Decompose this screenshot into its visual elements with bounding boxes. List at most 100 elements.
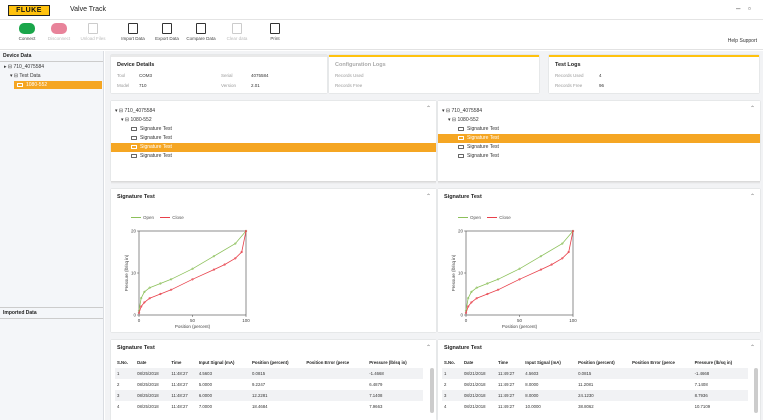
y-tick-label: 0 [133,313,136,318]
tree-node-test[interactable]: ▾ ⊟ 1080-552 [438,116,760,125]
version-label: Version [221,83,237,88]
table-row[interactable]: 3 08/25/2018 11:48:27 6.0000 12.2281 7.1408 [115,390,423,401]
support-link[interactable]: Support [739,38,757,44]
table-cell: -1.4668 [694,371,710,376]
table-cell: 7.1408 [369,393,383,398]
table-cell: 11.2081 [578,382,594,387]
signature-chart: 0 50 100 0 10 20 Position (percent) Pressure (l… [124,229,250,330]
table-cell [630,368,692,379]
tree-item-signature-test[interactable]: Signature Test [111,152,436,161]
column-header[interactable]: S.No. [115,357,135,368]
tree-item-signature-test[interactable]: Signature Test [111,143,436,152]
y-axis-label: Pressure (lb/sq in) [451,254,456,291]
series-line-close [465,230,574,314]
tree-node-device[interactable]: ▾ ⊟ 710_4075584 [438,107,760,116]
x-tick-label: 100 [242,318,250,323]
help-link[interactable]: Help [728,38,738,44]
tree-item-signature-test[interactable]: Signature Test [438,152,760,161]
table-cell: 08/25/2018 [137,382,159,387]
import-data-button[interactable]: Import Data [116,23,150,49]
folder-icon [458,153,464,158]
column-header[interactable]: Date [135,357,169,368]
column-header[interactable]: S.No. [442,357,462,368]
disconnect-button[interactable]: Disconnect [42,23,76,49]
minimize-button[interactable]: – [736,4,740,13]
table-cell: 0.0815 [251,371,266,376]
table-row[interactable]: 3 08/21/2018 11:49:27 8.0000 24.1230 8.7936 [442,390,748,401]
maximize-button[interactable]: ▫ [748,4,751,13]
tree-item-label: Signature Test [467,135,499,141]
tree-node-selected[interactable]: 1080-552 [14,81,102,89]
table-cell: 11:48:27 [171,371,188,376]
table-cell: 11:48:27 [171,393,188,398]
toolbar-button-label: Import Data [121,36,145,41]
tree-node-label: ▾ ⊟ 710_4075584 [115,108,156,114]
tree-node-test[interactable]: ▾ ⊟ 1080-552 [111,116,436,125]
folder-icon [131,135,137,140]
table-cell: 7.9663 [369,404,383,409]
table-header-row: S.No. Date Time Input Signal (mA) Position (… [115,357,423,368]
table-scrollbar[interactable] [430,368,434,413]
column-header[interactable]: Date [462,357,496,368]
table-row[interactable]: 1 08/21/2018 11:49:27 4.5603 0.0815 -1.4668 [442,368,748,379]
column-header[interactable]: Input Signal (mA) [197,357,250,368]
model-value: 710 [139,83,147,88]
column-header[interactable]: Time [169,357,196,368]
configuration-logs-title: Configuration Logs [335,62,386,68]
column-header[interactable]: Position Error (perce [304,357,367,368]
table-scrollbar[interactable] [754,368,758,413]
table-cell: 18.4684 [251,404,268,409]
model-label: Model [117,83,130,88]
plot-frame [138,230,247,316]
tree-item-signature-test[interactable]: Signature Test [438,134,760,143]
column-header[interactable]: Time [496,357,523,368]
test-tree-panel-right: ⌃ ▾ ⊟ 710_4075584 ▾ ⊟ 1080-552 Signature T… [438,101,760,184]
table-row[interactable]: 2 08/21/2018 11:49:27 8.0000 11.2081 7.1408 [442,379,748,390]
connect-button[interactable]: Connect [10,23,44,49]
config-records-used-label: Records Used [335,73,364,78]
table-panel-right: Signature Test ⌃ S.No. Date Time Input Sign… [438,340,760,420]
tree-item-label: Signature Test [140,144,172,150]
table-cell: 08/25/2018 [137,393,159,398]
column-header[interactable]: Position (percent) [576,357,630,368]
tree-item-signature-test[interactable]: Signature Test [111,134,436,143]
table-cell: 38.8062 [578,404,594,409]
tree-item-signature-test[interactable]: Signature Test [438,143,760,152]
table-cell: 08/21/2018 [463,393,486,398]
table-row[interactable]: 4 08/25/2018 11:48:27 7.0000 18.4684 7.9663 [115,401,423,412]
folder-icon [17,82,23,87]
tree-node-device[interactable]: ▾ ⊟ 710_4075584 [111,107,436,116]
print-button[interactable]: Print [258,23,292,49]
compare-data-icon [196,23,206,34]
panel-divider [438,181,760,184]
compare-data-button[interactable]: Compare Data [184,23,218,49]
tree-item-signature-test[interactable]: Signature Test [111,125,436,134]
tree-item-label: Signature Test [467,153,499,159]
collapse-icon[interactable]: ⌃ [750,344,755,351]
tree-node-device[interactable]: ▸ ⊟ 710_4075584 [4,63,44,71]
data-table: S.No. Date Time Input Signal (mA) Position (… [442,357,748,412]
toolbar: Help Support Connect Disconnect Unload Fil… [0,20,763,50]
test-tree-panel-left: ⌃ ▾ ⊟ 710_4075584 ▾ ⊟ 1080-552 Signature T… [111,101,436,184]
collapse-icon[interactable]: ⌃ [426,344,431,351]
column-header[interactable]: Pressure (lb/sq in) [367,357,423,368]
series-line-close [138,230,247,314]
table-row[interactable]: 4 08/21/2018 11:49:27 10.0000 38.8062 10.7109 [442,401,748,412]
toolbar-button-label: Print [270,36,280,41]
table-cell: 08/25/2018 [137,404,159,409]
x-tick-label: 50 [517,318,523,323]
export-data-button[interactable]: Export Data [150,23,184,49]
table-cell [304,401,367,412]
column-header[interactable]: Position (percent) [250,357,304,368]
folder-icon [458,144,464,149]
series-line-open [465,230,574,311]
clear-data-button[interactable]: Clear data [220,23,254,49]
unload-files-button[interactable]: Unload Files [76,23,110,49]
column-header[interactable]: Pressure (lb/sq in) [693,357,748,368]
column-header[interactable]: Input Signal (mA) [523,357,576,368]
tree-node-test-data[interactable]: ▾ ⊟ Test Data [10,72,41,80]
tree-item-signature-test[interactable]: Signature Test [438,125,760,134]
column-header[interactable]: Position Error (perce [630,357,692,368]
table-row[interactable]: 1 08/25/2018 11:48:27 4.5603 0.0815 -1.4668 [115,368,423,379]
table-row[interactable]: 2 08/25/2018 11:48:27 5.0000 9.2247 6.4879 [115,379,423,390]
